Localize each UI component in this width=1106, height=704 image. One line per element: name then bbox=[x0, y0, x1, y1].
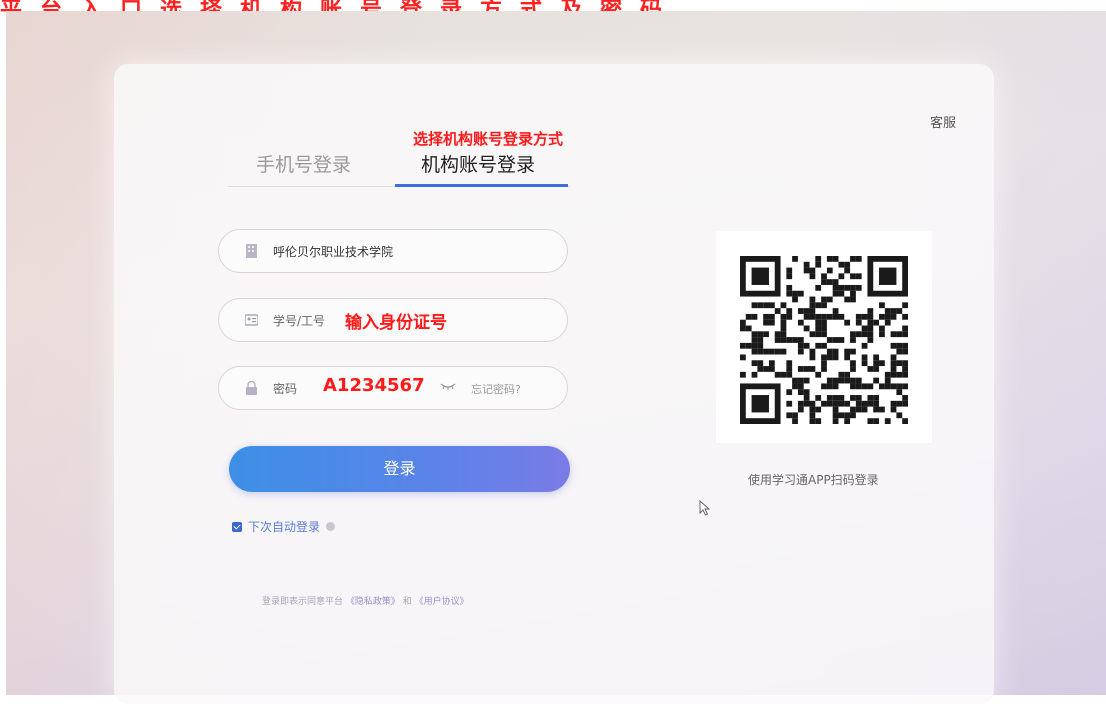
id-card-icon bbox=[245, 314, 258, 326]
qr-code-image bbox=[740, 256, 908, 424]
qr-caption: 使用学习通APP扫码登录 bbox=[748, 473, 879, 487]
student-id-annotation: 输入身份证号 bbox=[345, 313, 447, 333]
auto-login-label: 下次自动登录 bbox=[248, 520, 321, 534]
school-select-field[interactable]: 呼伦贝尔职业技术学院 bbox=[218, 229, 568, 273]
student-id-field[interactable]: 学号/工号 输入身份证号 bbox=[218, 298, 568, 342]
agreement-text: 登录即表示同意平台 《隐私政策》 和 《用户协议》 bbox=[262, 594, 469, 607]
tab-org-account-login[interactable]: 机构账号登录 bbox=[421, 150, 535, 177]
password-placeholder: 密码 bbox=[273, 382, 298, 396]
auto-login-checkbox[interactable] bbox=[232, 521, 242, 532]
active-tab-indicator bbox=[395, 184, 568, 187]
tab-annotation: 选择机构账号登录方式 bbox=[413, 130, 564, 148]
user-agreement-link[interactable]: 《用户协议》 bbox=[415, 597, 469, 607]
mouse-cursor-icon bbox=[699, 500, 711, 516]
auto-login-option[interactable]: 下次自动登录 bbox=[232, 518, 336, 535]
eye-closed-icon[interactable] bbox=[440, 380, 456, 392]
password-field[interactable]: 密码 A1234567 忘记密码? bbox=[218, 366, 568, 410]
info-icon[interactable] bbox=[326, 522, 336, 531]
tab-phone-login[interactable]: 手机号登录 bbox=[256, 150, 351, 177]
student-id-placeholder: 学号/工号 bbox=[273, 314, 326, 328]
lock-icon bbox=[246, 381, 257, 395]
privacy-policy-link[interactable]: 《隐私政策》 bbox=[346, 597, 400, 607]
login-button[interactable]: 登录 bbox=[229, 446, 570, 492]
forgot-password-link[interactable]: 忘记密码? bbox=[471, 381, 521, 397]
agreement-prefix: 登录即表示同意平台 bbox=[262, 597, 344, 607]
school-name-value: 呼伦贝尔职业技术学院 bbox=[273, 245, 394, 259]
customer-service-link[interactable]: 客服 bbox=[930, 112, 956, 131]
building-icon bbox=[246, 244, 257, 258]
password-annotation: A1234567 bbox=[323, 375, 425, 396]
agreement-and: 和 bbox=[402, 597, 412, 607]
